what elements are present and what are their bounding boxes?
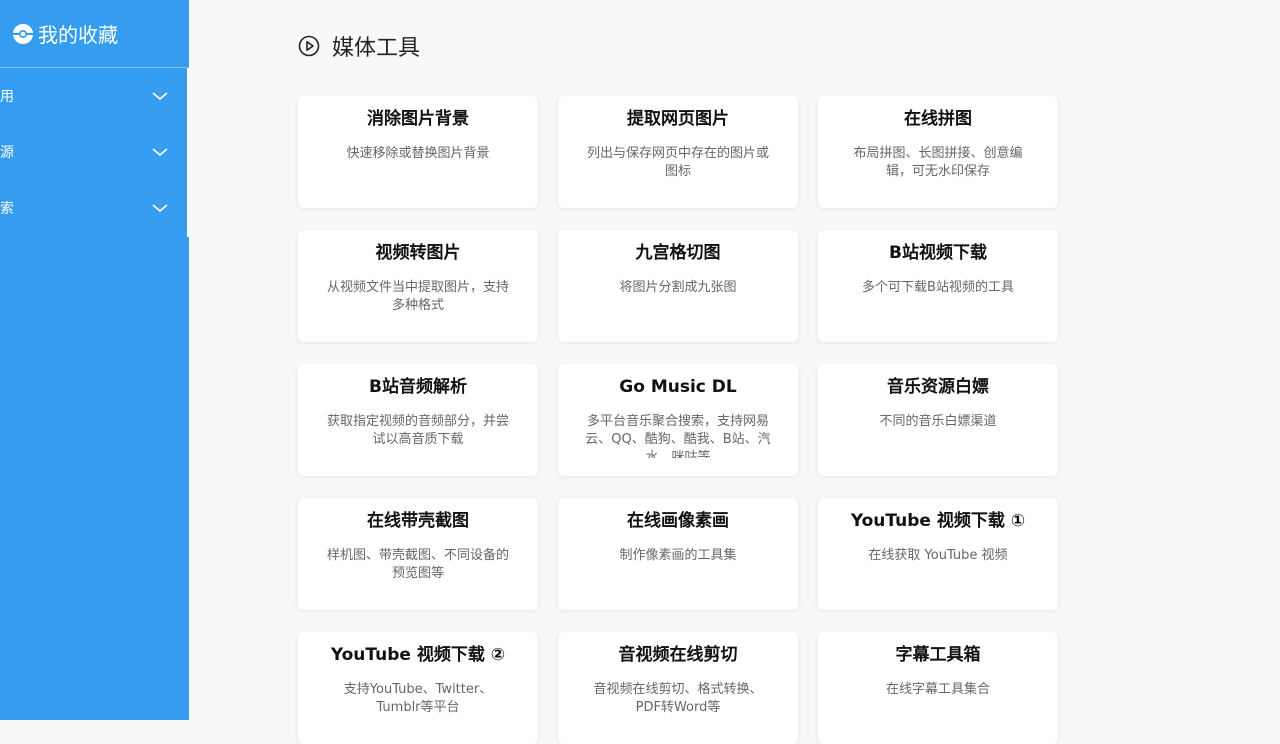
tool-card-desc: 在线字幕工具集合 — [885, 682, 990, 697]
tool-card-desc: 在线获取 YouTube 视频 — [868, 548, 1008, 563]
tool-card-desc: 不同的音乐白嫖渠道 — [879, 414, 997, 429]
pokeball-icon — [12, 23, 34, 45]
sidebar-item-label: 索 — [0, 201, 14, 217]
tool-card-desc: 样机图、带壳截图、不同设备的预览图等 — [326, 548, 509, 581]
tool-card-title: 视频转图片 — [375, 243, 461, 263]
tool-card-desc: 制作像素画的工具集 — [619, 548, 737, 563]
tool-card[interactable]: 音乐资源白嫖 不同的音乐白嫖渠道 — [818, 364, 1058, 476]
tool-card-title: 在线带壳截图 — [367, 511, 469, 531]
tool-card[interactable]: 提取网页图片 列出与保存网页中存在的图片或图标 — [558, 96, 798, 208]
tool-card-desc: 支持YouTube、Twitter、Tumblr等平台 — [343, 682, 493, 715]
tool-card[interactable]: B站视频下载 多个可下载B站视频的工具 — [818, 230, 1058, 342]
sidebar-menu: 用 源 索 — [0, 68, 189, 236]
tool-card[interactable]: 在线画像素画 制作像素画的工具集 — [558, 498, 798, 610]
tool-card-title: 音视频在线剪切 — [618, 645, 738, 665]
sidebar-item-2[interactable]: 源 — [0, 124, 189, 180]
tool-card[interactable]: 在线拼图 布局拼图、长图拼接、创意编辑，可无水印保存 — [818, 96, 1058, 208]
tool-card-title: YouTube 视频下载 ① — [850, 511, 1026, 531]
tool-card-title: 在线画像素画 — [627, 511, 729, 531]
tool-card[interactable]: 在线带壳截图 样机图、带壳截图、不同设备的预览图等 — [298, 498, 538, 610]
sidebar-item-1[interactable]: 用 — [0, 68, 189, 124]
section-title: 媒体工具 — [298, 30, 420, 62]
brand-title: 我的收藏 — [38, 23, 118, 47]
sidebar-item-label: 源 — [0, 145, 14, 161]
tool-card[interactable]: YouTube 视频下载 ② 支持YouTube、Twitter、Tumblr等… — [298, 632, 538, 744]
tool-card-title: 在线拼图 — [904, 109, 972, 129]
tool-card-desc: 音视频在线剪切、格式转换、PDF转Word等 — [593, 682, 763, 715]
tool-card-title: YouTube 视频下载 ② — [330, 645, 506, 665]
tool-card[interactable]: Go Music DL 多平台音乐聚合搜索，支持网易云、QQ、酷狗、酷我、B站、… — [558, 364, 798, 476]
tool-grid: 消除图片背景 快速移除或替换图片背景 提取网页图片 列出与保存网页中存在的图片或… — [298, 96, 1058, 744]
tool-card-desc: 快速移除或替换图片背景 — [346, 146, 490, 161]
tool-card-desc: 布局拼图、长图拼接、创意编辑，可无水印保存 — [853, 146, 1023, 179]
tool-card[interactable]: 视频转图片 从视频文件当中提取图片，支持多种格式 — [298, 230, 538, 342]
sidebar-brand[interactable]: 我的收藏 — [0, 0, 189, 68]
tool-card[interactable]: YouTube 视频下载 ① 在线获取 YouTube 视频 — [818, 498, 1058, 610]
section-title-text: 媒体工具 — [332, 36, 421, 61]
tool-card-title: 消除图片背景 — [367, 109, 469, 129]
tool-card-title: B站音频解析 — [369, 377, 467, 397]
chevron-down-icon — [151, 143, 169, 161]
tool-card-title: Go Music DL — [619, 377, 737, 397]
tool-card[interactable]: 字幕工具箱 在线字幕工具集合 — [818, 632, 1058, 744]
sidebar: 我的收藏 用 源 索 — [0, 0, 189, 720]
tool-card[interactable]: 九宫格切图 将图片分割成九张图 — [558, 230, 798, 342]
sidebar-item-label: 用 — [0, 89, 14, 105]
sidebar-item-3[interactable]: 索 — [0, 180, 189, 236]
main-content: 媒体工具 消除图片背景 快速移除或替换图片背景 提取网页图片 列出与保存网页中存… — [189, 0, 1280, 744]
tool-card-desc: 将图片分割成九张图 — [619, 280, 737, 295]
tool-card-desc: 多个可下载B站视频的工具 — [862, 280, 1014, 295]
tool-card-desc: 多平台音乐聚合搜索，支持网易云、QQ、酷狗、酷我、B站、汽水、咪咕等 — [585, 414, 771, 458]
tool-card-title: 音乐资源白嫖 — [887, 377, 989, 397]
tool-card-title: 九宫格切图 — [635, 243, 721, 263]
chevron-down-icon — [151, 87, 169, 105]
tool-card-desc: 获取指定视频的音频部分，并尝试以高音质下载 — [326, 414, 509, 447]
tool-card[interactable]: 消除图片背景 快速移除或替换图片背景 — [298, 96, 538, 208]
tool-card[interactable]: 音视频在线剪切 音视频在线剪切、格式转换、PDF转Word等 — [558, 632, 798, 744]
chevron-down-icon — [151, 199, 169, 217]
tool-card-desc: 从视频文件当中提取图片，支持多种格式 — [326, 280, 509, 313]
tool-card[interactable]: B站音频解析 获取指定视频的音频部分，并尝试以高音质下载 — [298, 364, 538, 476]
tool-card-title: B站视频下载 — [889, 243, 987, 263]
tool-card-desc: 列出与保存网页中存在的图片或图标 — [586, 146, 769, 179]
play-circle-icon — [298, 35, 320, 57]
tool-card-title: 提取网页图片 — [627, 109, 729, 129]
tool-card-title: 字幕工具箱 — [895, 645, 981, 665]
